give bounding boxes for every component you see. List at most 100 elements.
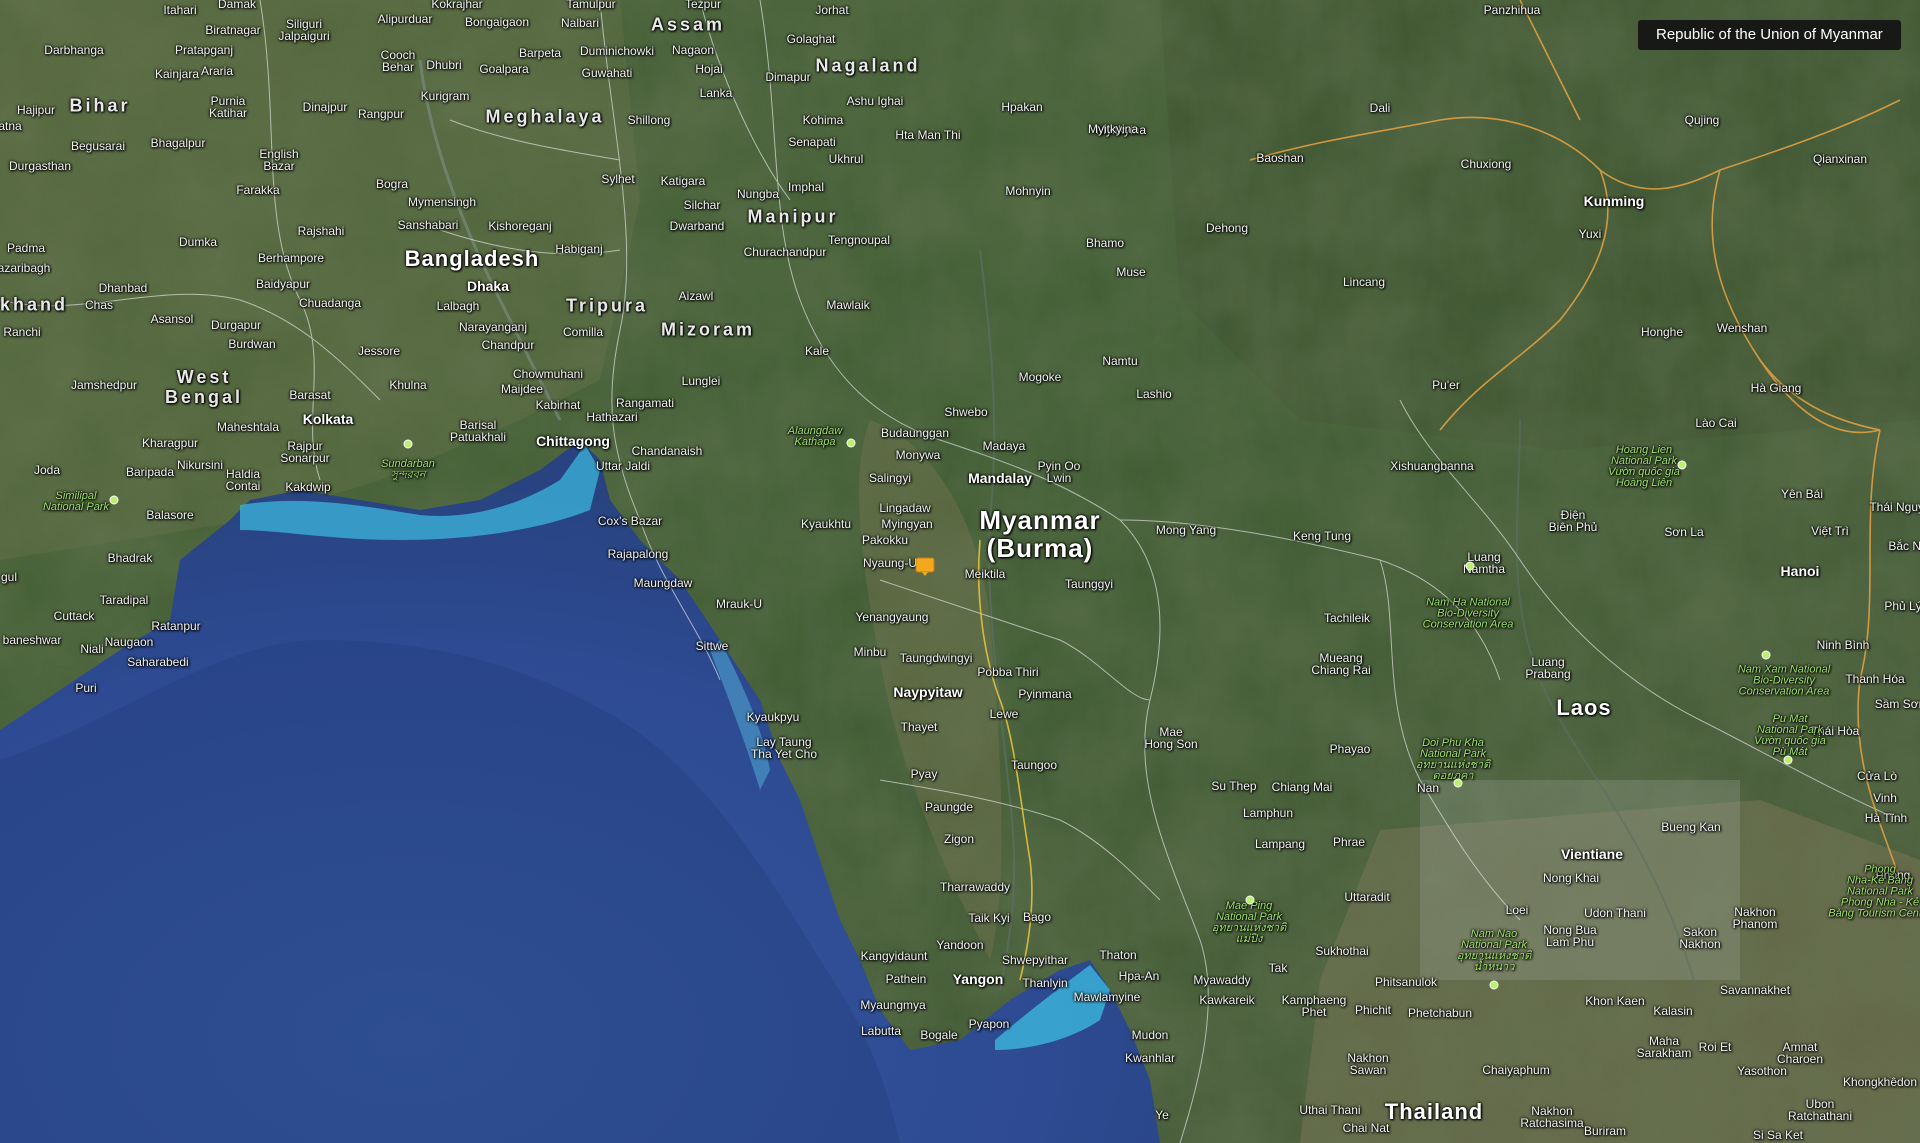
city-label-comilla[interactable]: Comilla [563, 325, 603, 339]
city-label-nyaung-u[interactable]: Nyaung-U [863, 556, 917, 570]
city-label-pyinmana[interactable]: Pyinmana [1018, 687, 1071, 701]
city-label-bongaigaon[interactable]: Bongaigaon [465, 15, 529, 29]
city-label-gul[interactable]: gul [1, 570, 17, 584]
city-label-bhamo[interactable]: Bhamo [1086, 236, 1124, 250]
city-label-mangdaw-ok[interactable]: Myitkyina [1088, 122, 1138, 136]
city-label-rajshahi[interactable]: Rajshahi [298, 224, 345, 238]
city-label-taungdwingyi[interactable]: Taungdwingyi [900, 651, 973, 665]
city-label-yangon[interactable]: Yangon [953, 971, 1004, 987]
satellite-map[interactable]: Myanmar (Burma) Bangladesh Laos Thailand… [0, 0, 1920, 1143]
city-label-lashio[interactable]: Lashio [1136, 387, 1171, 401]
city-label-rangamati[interactable]: Rangamati [616, 396, 674, 410]
city-label-madaya[interactable]: Madaya [983, 439, 1026, 453]
park-label-hoang-lien[interactable]: Hoang Lien National Park Vườn quốc gia H… [1608, 445, 1680, 489]
city-label-barpeta[interactable]: Barpeta [519, 46, 561, 60]
city-label-sanshabari[interactable]: Sanshabari [398, 218, 459, 232]
city-label-nan[interactable]: Nan [1417, 781, 1439, 795]
city-label-kyaukhtu[interactable]: Kyaukhtu [801, 517, 851, 531]
city-label-nagaon[interactable]: Nagaon [672, 43, 714, 57]
city-label-jessore[interactable]: Jessore [358, 344, 400, 358]
city-label-hathazari[interactable]: Hathazari [586, 410, 637, 424]
city-label-qianxinan[interactable]: Qianxinan [1813, 152, 1867, 166]
park-marker-icon[interactable] [1761, 650, 1771, 660]
city-label-kharagpur[interactable]: Kharagpur [142, 436, 198, 450]
city-label-rangpur[interactable]: Rangpur [358, 107, 404, 121]
city-label-lunglei[interactable]: Lunglei [682, 374, 721, 388]
city-label-darbhanga[interactable]: Darbhanga [44, 43, 103, 57]
city-label-cooch[interactable]: Cooch Behar [381, 49, 416, 73]
city-label-mae-hong-son[interactable]: Mae Hong Son [1144, 726, 1197, 750]
city-label-yen-bai[interactable]: Yên Bái [1781, 487, 1823, 501]
city-label-myingyan[interactable]: Myingyan [881, 517, 932, 531]
city-label-chai-nat[interactable]: Chai Nat [1343, 1121, 1390, 1135]
city-label-bogale[interactable]: Bogale [920, 1028, 957, 1042]
city-label-guwahati[interactable]: Guwahati [582, 66, 633, 80]
city-label-dali[interactable]: Dali [1370, 101, 1391, 115]
city-label-keng-tung[interactable]: Keng Tung [1293, 529, 1351, 543]
city-label-uthai-thani[interactable]: Uthai Thani [1299, 1103, 1360, 1117]
city-label-ratanpur[interactable]: Ratanpur [151, 619, 200, 633]
city-label-dehong[interactable]: Dehong [1206, 221, 1248, 235]
city-label-budaunggan[interactable]: Budaunggan [881, 426, 949, 440]
city-label-minbu[interactable]: Minbu [854, 645, 887, 659]
city-label-sylhet[interactable]: Sylhet [601, 172, 634, 186]
city-label-kabirhat[interactable]: Kabirhat [536, 398, 581, 412]
city-label-loei[interactable]: Loei [1506, 903, 1529, 917]
city-label-itahari[interactable]: Itahari [163, 3, 196, 17]
city-label-sukhothai[interactable]: Sukhothai [1315, 944, 1368, 958]
city-label-thaton[interactable]: Thaton [1099, 948, 1136, 962]
city-label-yasothon[interactable]: Yasothon [1737, 1064, 1787, 1078]
city-label-sahara[interactable]: Saharabedi [127, 655, 188, 669]
city-label-pakokku[interactable]: Pakokku [862, 533, 908, 547]
city-label-kolkata[interactable]: Kolkata [303, 411, 354, 427]
city-label-chandanaish[interactable]: Chandanaish [632, 444, 703, 458]
city-label-thanh-hoa[interactable]: Thanh Hóa [1845, 672, 1904, 686]
city-label-yambai[interactable]: Damak [218, 0, 256, 11]
city-label-thayet[interactable]: Thayet [901, 720, 938, 734]
city-label-pratapganj[interactable]: Pratapganj [175, 43, 233, 57]
city-label-maijdee[interactable]: Maijdee [501, 382, 543, 396]
park-marker-icon[interactable] [109, 495, 119, 505]
city-label-sakon[interactable]: Sakon Nakhon [1679, 926, 1720, 950]
city-label-si-sa-ket[interactable]: Si Sa Ket [1753, 1128, 1803, 1142]
city-label-muse[interactable]: Muse [1116, 265, 1145, 279]
city-label-phrae[interactable]: Phrae [1333, 835, 1365, 849]
city-label-chuadanga[interactable]: Chuadanga [299, 296, 361, 310]
city-label-bogra[interactable]: Bogra [376, 177, 408, 191]
city-label-shwepyithar[interactable]: Shwepyithar [1002, 953, 1068, 967]
park-label-pu-mat[interactable]: Pu Mat National Park Vườn quốc gia Pù Má… [1754, 714, 1826, 758]
park-marker-icon[interactable] [1783, 755, 1793, 765]
city-label-phayao[interactable]: Phayao [1330, 742, 1371, 756]
city-label-pyapon[interactable]: Pyapon [969, 1017, 1010, 1031]
city-label-biratnagar[interactable]: Biratnagar [205, 23, 260, 37]
city-label-lingadaw[interactable]: Lingadaw [879, 501, 930, 515]
city-label-lalbagh[interactable]: Lalbagh [437, 299, 480, 313]
city-label-khong-kh[interactable]: Khongkhêdon [1843, 1075, 1917, 1089]
city-label-dinajpur[interactable]: Dinajpur [303, 100, 348, 114]
map-pin-icon[interactable] [915, 557, 935, 577]
city-label-khon-kaen[interactable]: Khon Kaen [1585, 994, 1644, 1008]
city-label-atna[interactable]: atna [0, 119, 22, 133]
city-label-nakhon-phanom[interactable]: Nakhon Phanom [1733, 906, 1778, 930]
city-label-ashu-ighai[interactable]: Ashu Ighai [847, 94, 904, 108]
city-label-jamshedpur[interactable]: Jamshedpur [71, 378, 137, 392]
city-label-savannakhet[interactable]: Savannakhet [1720, 983, 1790, 997]
city-label-chandpur[interactable]: Chandpur [482, 338, 535, 352]
city-label-shillong[interactable]: Shillong [628, 113, 671, 127]
city-label-goalpara[interactable]: Goalpara [479, 62, 528, 76]
city-label-padma[interactable]: Padma [7, 241, 45, 255]
city-label-durgasthan[interactable]: Durgasthan [9, 159, 71, 173]
city-label-kawkareik[interactable]: Kawkareik [1199, 993, 1254, 1007]
city-label-pyay[interactable]: Pyay [911, 767, 938, 781]
city-label-kishoreganj[interactable]: Kishoreganj [488, 219, 551, 233]
city-label-mogoke[interactable]: Mogoke [1019, 370, 1062, 384]
park-label-alaungdaw[interactable]: Alaungdaw Kathapa [788, 426, 842, 448]
city-label-duminichowki[interactable]: Duminichowki [580, 44, 654, 58]
city-label-dhubri[interactable]: Dhubri [426, 58, 461, 72]
city-label-hpakan[interactable]: Hpakan [1001, 100, 1042, 114]
city-label-taungoo[interactable]: Taungoo [1011, 758, 1057, 772]
city-label-pathein[interactable]: Pathein [886, 972, 927, 986]
city-label-shwebo[interactable]: Shwebo [944, 405, 987, 419]
city-label-hpaan[interactable]: Hpa-An [1119, 969, 1160, 983]
city-label-tamulpur[interactable]: Tamulpur [566, 0, 615, 11]
